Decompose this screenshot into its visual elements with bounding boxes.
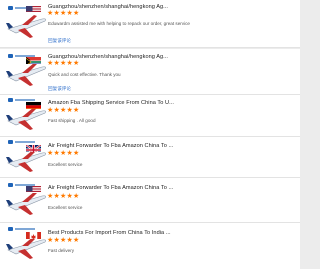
review-card: Best Products For Import From China To I… [0, 223, 300, 269]
review-text: Excellent service [48, 162, 83, 167]
product-thumbnail[interactable] [2, 5, 48, 43]
rating-stars: ★★★★★ [47, 193, 80, 200]
review-card: Air Freight Forwarder To Fba Amazon Chin… [0, 137, 300, 178]
product-thumbnail[interactable] [2, 53, 48, 91]
review-text: Fast delivery [48, 248, 75, 253]
us-flag-icon [26, 3, 41, 13]
rating-stars: ★★★★★ [47, 237, 80, 244]
rating-stars: ★★★★★ [47, 10, 80, 17]
uk-flag-icon [26, 142, 41, 152]
product-thumbnail[interactable] [2, 97, 48, 135]
rating-stars: ★★★★★ [47, 60, 80, 67]
rating-stars: ★★★★★ [47, 107, 80, 114]
review-card: Guangzhou/shenzhen/shanghai/hengkong Ag.… [0, 49, 300, 95]
product-thumbnail[interactable] [2, 182, 48, 220]
reply-link[interactable]: 回复该评论 [48, 86, 71, 92]
us-flag-icon [26, 183, 41, 193]
product-title[interactable]: Best Products For Import From China To I… [48, 230, 296, 236]
product-thumbnail[interactable] [2, 226, 48, 264]
cargo-plane-icon [6, 15, 46, 38]
reply-link[interactable]: 回复该评论 [48, 38, 71, 44]
product-title[interactable]: Guangzhou/shenzhen/shanghai/hengkong Ag.… [48, 4, 296, 10]
review-card: Air Freight Forwarder To Fba Amazon Chin… [0, 178, 300, 223]
product-thumbnail[interactable] [2, 139, 48, 177]
canada-flag-icon [26, 229, 41, 239]
review-text: Quick and cost effective. Thank you [48, 72, 121, 77]
south-africa-flag-icon [26, 54, 41, 64]
review-text: Eduwardm assisted me with helping to rep… [48, 21, 190, 26]
rating-stars: ★★★★★ [47, 150, 80, 157]
product-title[interactable]: Amazon Fba Shipping Service From China T… [48, 100, 296, 106]
review-card: Amazon Fba Shipping Service From China T… [0, 95, 300, 137]
germany-flag-icon [26, 99, 41, 109]
product-title[interactable]: Air Freight Forwarder To Fba Amazon Chin… [48, 143, 296, 149]
review-text: Fast shipping . All good [48, 118, 96, 123]
review-card: Guangzhou/shenzhen/shanghai/hengkong Ag.… [0, 0, 300, 48]
product-title[interactable]: Guangzhou/shenzhen/shanghai/hengkong Ag.… [48, 54, 296, 60]
review-text: Excellent service [48, 205, 83, 210]
product-title[interactable]: Air Freight Forwarder To Fba Amazon Chin… [48, 185, 296, 191]
